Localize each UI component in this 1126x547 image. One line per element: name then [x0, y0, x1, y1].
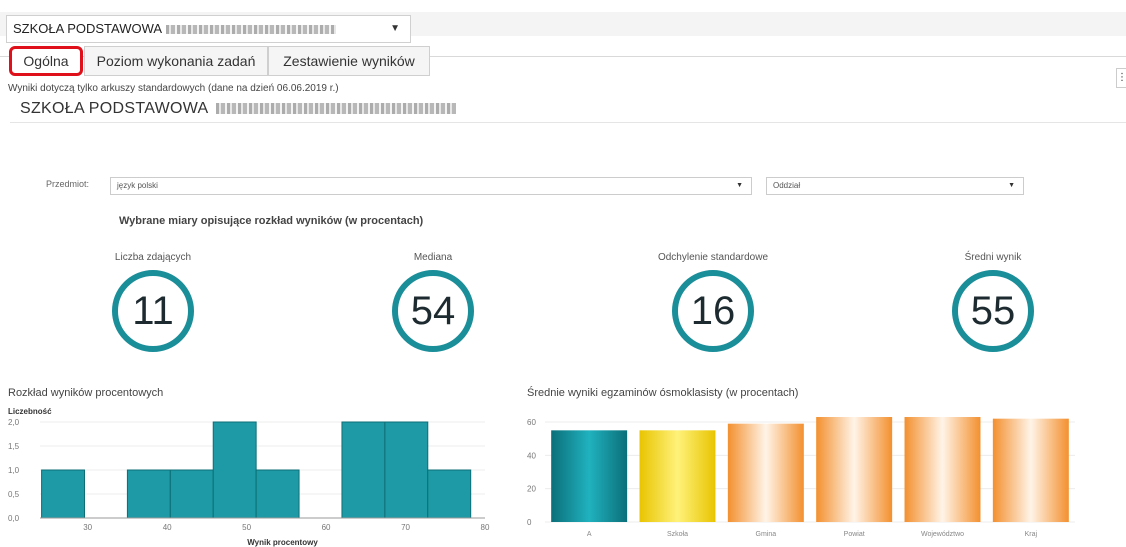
x-tick-label: 30 [83, 523, 92, 532]
x-tick-label: 60 [322, 523, 331, 532]
histogram-bar [41, 469, 85, 519]
y-tick-label: 0,5 [8, 490, 20, 499]
x-tick-label: Województwo [921, 531, 964, 538]
chevron-down-icon: ▼ [390, 23, 400, 34]
histogram-title: Rozkład wyników procentowych [8, 387, 164, 399]
histogram-bar [427, 469, 472, 519]
class-select[interactable]: Oddział ▼ [766, 177, 1024, 195]
x-tick-label: 70 [401, 523, 410, 532]
histogram-bar [212, 421, 257, 519]
histogram-bar [384, 421, 429, 519]
kpi-value-stddev: 16 [672, 270, 754, 352]
chevron-down-icon: ▼ [736, 182, 743, 189]
chevron-down-icon: ▼ [1008, 182, 1015, 189]
bar-chart: 0 20 40 60 A Szkoła Gmina Powiat Województwo Kraj [527, 417, 1075, 538]
x-tick-label: Powiat [844, 531, 865, 538]
subject-select-value: język polski [117, 181, 158, 190]
x-tick-label: Gmina [756, 531, 777, 538]
redacted-text [216, 103, 457, 115]
x-tick-label: 40 [163, 523, 172, 532]
school-select[interactable]: SZKOŁA PODSTAWOWA ▼ [6, 15, 411, 43]
y-tick-label: 40 [527, 451, 536, 460]
subject-select[interactable]: język polski ▼ [110, 177, 752, 195]
y-tick-label: 2,0 [8, 418, 20, 427]
page-title: SZKOŁA PODSTAWOWA [20, 100, 457, 118]
x-tick-label: 50 [242, 523, 251, 532]
average-bar [639, 430, 716, 522]
x-tick-label: Kraj [1025, 531, 1038, 538]
tab-ogolna[interactable]: Ogólna [9, 46, 83, 76]
kpi-label-stddev: Odchylenie standardowe [657, 252, 769, 263]
x-axis-label: Wynik procentowy [247, 538, 318, 547]
y-tick-label: 1,0 [8, 466, 20, 475]
y-axis-label: Liczebność [8, 407, 52, 416]
kpi-label-mean: Średni wynik [964, 252, 1022, 263]
x-tick-label: 80 [481, 523, 490, 532]
stats-title: Wybrane miary opisujące rozkład wyników … [119, 215, 424, 227]
redacted-text [166, 25, 337, 35]
header-divider [10, 122, 1126, 123]
tab-zestawienie-wynikow[interactable]: Zestawienie wyników [268, 46, 430, 76]
class-select-value: Oddział [773, 181, 801, 190]
histogram-bar [126, 469, 171, 519]
y-tick-label: 60 [527, 418, 536, 427]
histogram-chart: Liczebność 0,0 0,5 1,0 1,5 2,0 30 40 50 60 70 80 Wyn… [8, 407, 490, 547]
subject-label: Przedmiot: [46, 179, 90, 189]
kpi-label-count: Liczba zdających [114, 252, 192, 263]
x-tick-label: A [587, 531, 592, 538]
data-note: Wyniki dotyczą tylko arkuszy standardowy… [8, 83, 339, 94]
average-bar [904, 417, 981, 522]
kpi-value-median: 54 [392, 270, 474, 352]
y-tick-label: 0 [527, 518, 532, 527]
more-icon[interactable]: ⋮ [1116, 68, 1126, 88]
y-tick-label: 1,5 [8, 442, 20, 451]
average-bar [727, 423, 804, 522]
average-bar [992, 418, 1069, 522]
histogram-bar [255, 469, 300, 519]
histogram-bar [341, 421, 386, 519]
y-tick-label: 20 [527, 485, 536, 494]
kpi-label-median: Mediana [413, 252, 453, 263]
kpi-value-count: 11 [112, 270, 194, 352]
y-tick-label: 0,0 [8, 514, 20, 523]
x-tick-label: Szkoła [667, 531, 688, 538]
kpi-value-mean: 55 [952, 270, 1034, 352]
page-title-text: SZKOŁA PODSTAWOWA [20, 100, 208, 117]
average-bar [551, 430, 628, 522]
bar-chart-title: Średnie wyniki egzaminów ósmoklasisty (w… [527, 387, 799, 399]
average-bar [816, 417, 893, 522]
school-select-value: SZKOŁA PODSTAWOWA [13, 21, 163, 36]
tab-poziom-wykonania-zadan[interactable]: Poziom wykonania zadań [84, 46, 268, 76]
histogram-bar [169, 469, 214, 519]
